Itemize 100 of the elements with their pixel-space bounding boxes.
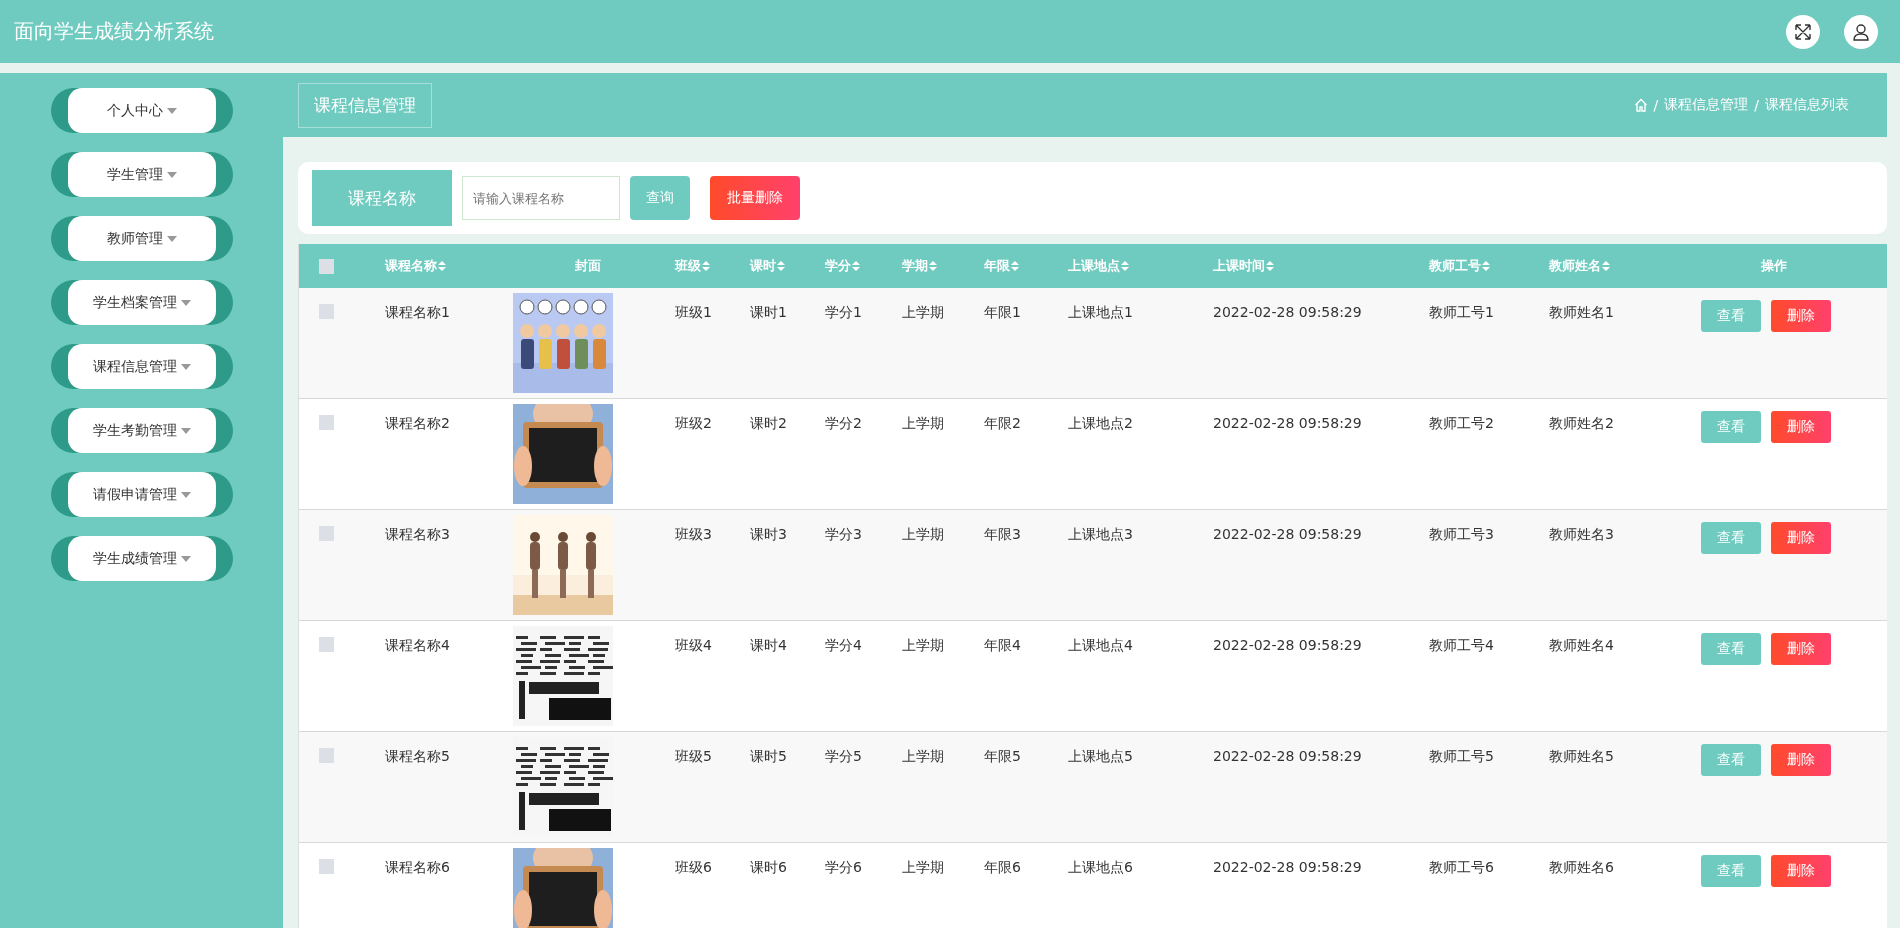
delete-button[interactable]: 删除 bbox=[1771, 744, 1831, 776]
delete-button[interactable]: 删除 bbox=[1771, 522, 1831, 554]
table-cell: 课时4 bbox=[750, 637, 787, 655]
table-cell: 学分5 bbox=[825, 748, 862, 766]
sort-icon bbox=[1011, 261, 1019, 271]
column-header[interactable]: 上课地点 bbox=[1068, 257, 1129, 275]
sort-icon bbox=[1602, 261, 1610, 271]
menu-item[interactable]: 请假申请管理 bbox=[67, 472, 216, 517]
search-field[interactable]: 请输入课程名称 bbox=[462, 176, 620, 220]
table-cell: 教师工号3 bbox=[1429, 526, 1494, 544]
column-header[interactable]: 上课时间 bbox=[1213, 257, 1274, 275]
menu-item[interactable]: 教师管理 bbox=[67, 216, 216, 261]
breadcrumb-item: 课程信息列表 bbox=[1765, 96, 1849, 114]
user-icon bbox=[1852, 22, 1870, 41]
table-cell: 教师姓名4 bbox=[1549, 637, 1614, 655]
column-header[interactable]: 教师姓名 bbox=[1549, 257, 1610, 275]
search-label: 课程名称 bbox=[312, 170, 452, 226]
table-cell: 上课地点2 bbox=[1068, 415, 1133, 433]
sort-icon bbox=[438, 261, 446, 271]
table-cell: 教师姓名5 bbox=[1549, 748, 1614, 766]
delete-button[interactable]: 删除 bbox=[1771, 300, 1831, 332]
column-header[interactable]: 学期 bbox=[902, 257, 937, 275]
table-cell: 上课地点3 bbox=[1068, 526, 1133, 544]
checkbox[interactable] bbox=[319, 637, 334, 652]
table-cell: 2022-02-28 09:58:29 bbox=[1213, 415, 1362, 431]
sort-icon bbox=[1266, 261, 1274, 271]
table-cell: 上课地点1 bbox=[1068, 304, 1133, 322]
table-cell: 学分3 bbox=[825, 526, 862, 544]
breadcrumb-item[interactable]: 课程信息管理 bbox=[1664, 96, 1749, 114]
menu-item[interactable]: 学生成绩管理 bbox=[67, 536, 216, 581]
view-button[interactable]: 查看 bbox=[1701, 855, 1761, 887]
table-cell: 上课地点5 bbox=[1068, 748, 1133, 766]
view-button[interactable]: 查看 bbox=[1701, 633, 1761, 665]
menu-item[interactable]: 学生考勤管理 bbox=[67, 408, 216, 453]
checkbox[interactable] bbox=[319, 415, 334, 430]
caret-icon bbox=[180, 299, 191, 306]
checkbox[interactable] bbox=[319, 859, 334, 874]
menu-item[interactable]: 个人中心 bbox=[67, 88, 216, 133]
query-button[interactable]: 查询 bbox=[630, 176, 690, 220]
column-header[interactable]: 课程名称 bbox=[385, 257, 446, 275]
batch-delete-button[interactable]: 批量删除 bbox=[710, 176, 800, 220]
view-button[interactable]: 查看 bbox=[1701, 522, 1761, 554]
caret-icon bbox=[166, 107, 177, 114]
table-cell: 2022-02-28 09:58:29 bbox=[1213, 526, 1362, 542]
view-button[interactable]: 查看 bbox=[1701, 411, 1761, 443]
table-cell: 班级2 bbox=[675, 415, 712, 433]
table-cell: 上课地点6 bbox=[1068, 859, 1133, 877]
table-cell: 上学期 bbox=[902, 415, 944, 433]
sort-icon bbox=[777, 261, 785, 271]
home-icon bbox=[1633, 98, 1648, 112]
table-cell: 上学期 bbox=[902, 526, 944, 544]
table-cell: 年限3 bbox=[984, 526, 1021, 544]
table-cell: 班级5 bbox=[675, 748, 712, 766]
table-cell: 年限1 bbox=[984, 304, 1021, 322]
fullscreen-button[interactable] bbox=[1786, 14, 1820, 49]
caret-icon bbox=[166, 235, 177, 242]
table-cell: 2022-02-28 09:58:29 bbox=[1213, 748, 1362, 764]
table-cell: 学分6 bbox=[825, 859, 862, 877]
breadcrumb-separator: / bbox=[1653, 97, 1659, 113]
table-cell: 年限4 bbox=[984, 637, 1021, 655]
column-header[interactable]: 年限 bbox=[984, 257, 1019, 275]
table-cell: 班级1 bbox=[675, 304, 712, 322]
table-cell: 教师工号2 bbox=[1429, 415, 1494, 433]
expand-icon bbox=[1794, 22, 1812, 41]
table-cell: 上学期 bbox=[902, 637, 944, 655]
table-cell: 2022-02-28 09:58:29 bbox=[1213, 637, 1362, 653]
table-cell: 课时1 bbox=[750, 304, 787, 322]
table-cell: 课程名称3 bbox=[385, 526, 450, 544]
view-button[interactable]: 查看 bbox=[1701, 744, 1761, 776]
table-cell: 教师姓名3 bbox=[1549, 526, 1614, 544]
delete-button[interactable]: 删除 bbox=[1771, 411, 1831, 443]
checkbox[interactable] bbox=[319, 258, 334, 274]
table-cell: 教师工号5 bbox=[1429, 748, 1494, 766]
table-cell: 班级6 bbox=[675, 859, 712, 877]
column-header[interactable]: 班级 bbox=[675, 257, 710, 275]
table-cell: 上课地点4 bbox=[1068, 637, 1133, 655]
delete-button[interactable]: 删除 bbox=[1771, 633, 1831, 665]
menu-item[interactable]: 学生档案管理 bbox=[67, 280, 216, 325]
table-cell: 学分4 bbox=[825, 637, 862, 655]
checkbox[interactable] bbox=[319, 748, 334, 763]
menu-item[interactable]: 课程信息管理 bbox=[67, 344, 216, 389]
table-cell: 上学期 bbox=[902, 304, 944, 322]
column-header[interactable]: 学分 bbox=[825, 257, 860, 275]
caret-icon bbox=[166, 171, 177, 178]
delete-button[interactable]: 删除 bbox=[1771, 855, 1831, 887]
table-cell: 学分2 bbox=[825, 415, 862, 433]
table-cell: 教师工号4 bbox=[1429, 637, 1494, 655]
checkbox[interactable] bbox=[319, 526, 334, 541]
user-button[interactable] bbox=[1844, 14, 1878, 49]
table-cell: 课程名称4 bbox=[385, 637, 450, 655]
table-cell: 学分1 bbox=[825, 304, 862, 322]
column-header[interactable]: 课时 bbox=[750, 257, 785, 275]
column-header: 封面 bbox=[575, 257, 601, 275]
view-button[interactable]: 查看 bbox=[1701, 300, 1761, 332]
column-header[interactable]: 教师工号 bbox=[1429, 257, 1490, 275]
menu-item[interactable]: 学生管理 bbox=[67, 152, 216, 197]
table-cell: 课时6 bbox=[750, 859, 787, 877]
checkbox[interactable] bbox=[319, 304, 334, 319]
app-title: 面向学生成绩分析系统 bbox=[14, 18, 214, 45]
caret-icon bbox=[180, 491, 191, 498]
